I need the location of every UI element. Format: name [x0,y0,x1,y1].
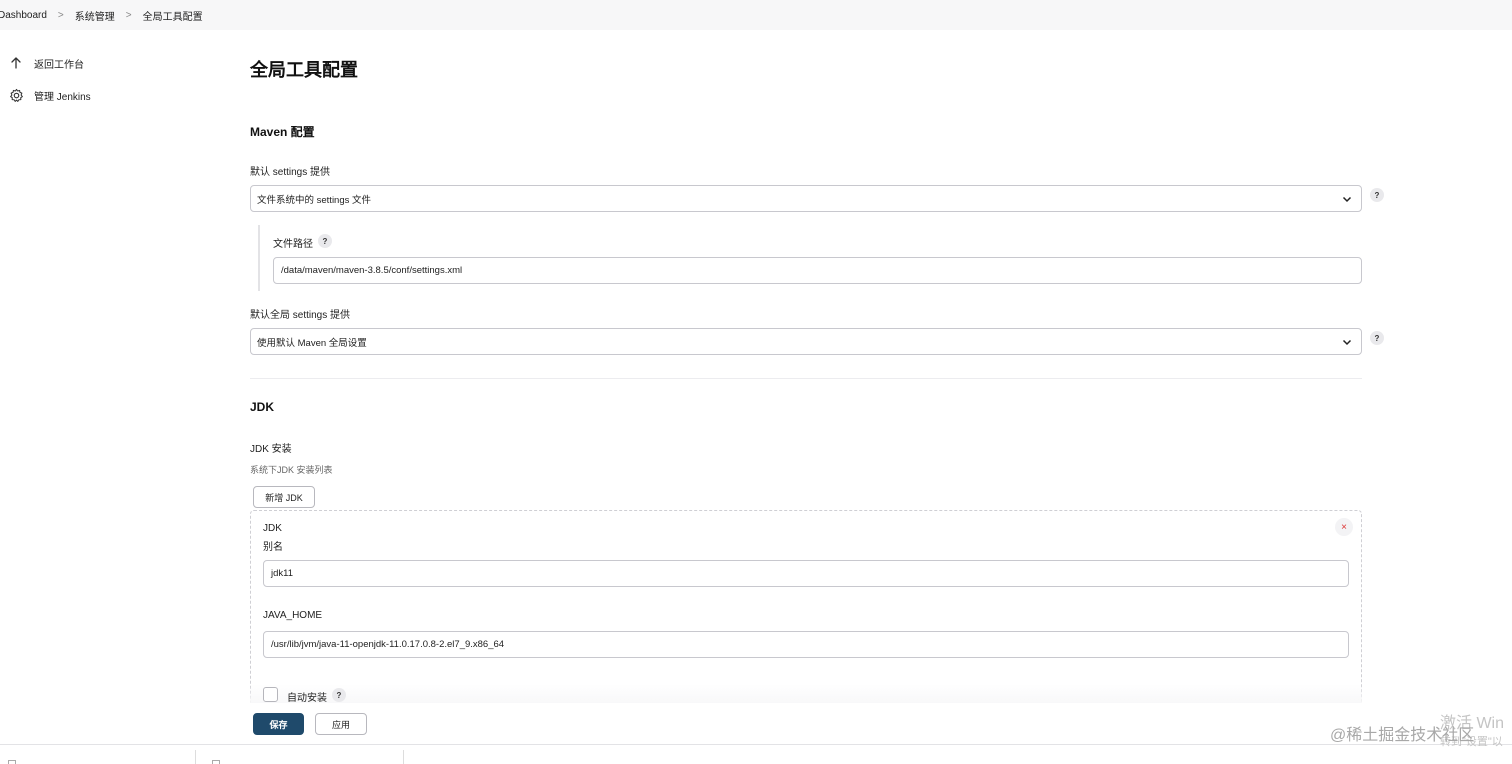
nested-indent-bar [258,225,260,291]
section-divider [250,378,1362,379]
jdk-install-description: 系统下JDK 安装列表 [250,465,333,475]
global-settings-select[interactable]: 使用默认 Maven 全局设置 [250,328,1362,355]
footer-doc-icon [8,760,16,764]
jdk-section-title: JDK [250,400,275,414]
default-settings-select[interactable]: 文件系统中的 settings 文件 [250,185,1362,212]
jdk-alias-input[interactable]: jdk11 [263,560,1349,587]
maven-section-title: Maven 配置 [250,125,315,139]
save-button[interactable]: 保存 [253,713,304,735]
jdk-installation-card [250,510,1362,710]
default-settings-label: 默认 settings 提供 [250,167,331,178]
sidebar-item-manage-jenkins[interactable]: 管理 Jenkins [8,87,91,103]
global-settings-value: 使用默认 Maven 全局设置 [257,337,367,349]
scroll-fade [250,684,1362,704]
breadcrumb-global-tools[interactable]: 全局工具配置 [143,8,203,23]
file-path-input[interactable]: /data/maven/maven-3.8.5/conf/settings.xm… [273,257,1362,284]
breadcrumb-separator: > [125,9,132,21]
footer-doc-icon [212,760,220,764]
jdk-install-label: JDK 安装 [250,444,292,455]
auto-install-checkbox[interactable] [263,687,278,702]
help-icon[interactable]: ? [318,234,332,248]
java-home-input[interactable]: /usr/lib/jvm/java-11-openjdk-11.0.17.0.8… [263,631,1349,658]
page-title: 全局工具配置 [250,60,358,80]
jdk-alias-label: 别名 [263,542,283,553]
action-bar [0,703,1512,743]
file-path-label: 文件路径 [273,239,313,250]
close-icon[interactable]: × [1335,518,1353,536]
auto-install-label: 自动安装 [287,693,327,704]
watermark: @稀土掘金技术社区 [1330,727,1475,744]
default-settings-value: 文件系统中的 settings 文件 [257,194,372,206]
add-jdk-button[interactable]: 新增 JDK [253,486,315,508]
footer-separator [403,750,404,764]
breadcrumb-dashboard[interactable]: Dashboard [0,10,47,21]
help-icon[interactable]: ? [1370,188,1384,202]
breadcrumb: Dashboard > 系统管理 > 全局工具配置 [0,0,1512,30]
chevron-down-icon [1342,196,1352,203]
java-home-label: JAVA_HOME [263,610,323,621]
footer-divider [0,744,1512,745]
footer-separator [195,750,196,764]
breadcrumb-separator: > [57,9,64,21]
gear-icon [8,87,24,103]
global-settings-label: 默认全局 settings 提供 [250,310,351,321]
sidebar-item-back-to-dashboard[interactable]: 返回工作台 [8,55,84,71]
sidebar-item-label: 返回工作台 [34,59,84,71]
breadcrumb-system-manage[interactable]: 系统管理 [75,8,115,23]
sidebar-item-label: 管理 Jenkins [34,91,91,103]
help-icon[interactable]: ? [332,688,346,702]
arrow-up-icon [8,55,24,71]
chevron-down-icon [1342,339,1352,346]
apply-button[interactable]: 应用 [315,713,367,735]
help-icon[interactable]: ? [1370,331,1384,345]
jdk-item-header: JDK [263,523,282,534]
